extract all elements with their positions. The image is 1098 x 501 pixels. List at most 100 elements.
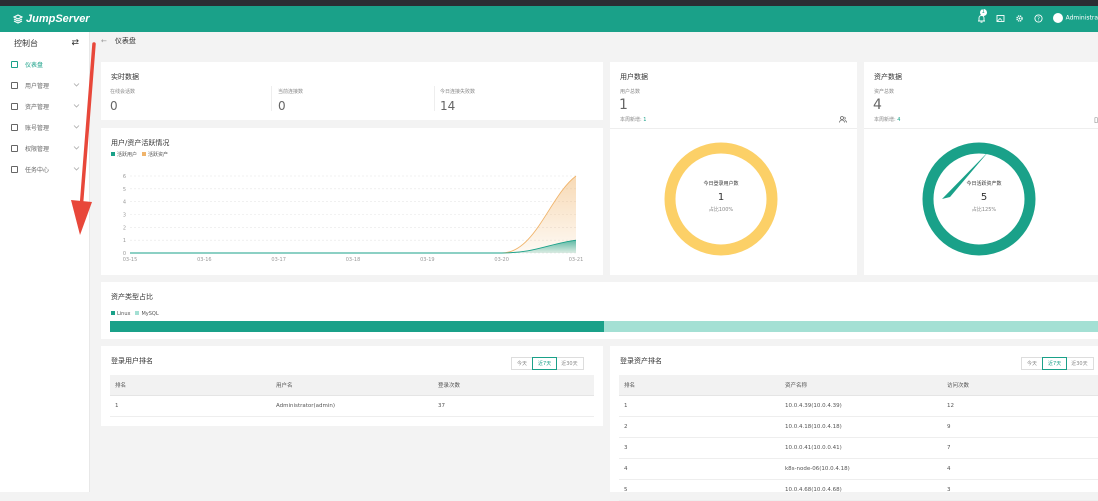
- table-row[interactable]: 3 10.0.0.41(10.0.0.41) 7: [619, 437, 1098, 459]
- tab-30days[interactable]: 近30天: [556, 358, 582, 369]
- tab-today[interactable]: 今天: [512, 358, 534, 369]
- sidebar-item-label: 账号管理: [25, 125, 50, 132]
- realtime-card: 实时数据 在线会话数 0 当前连接数 0 今日连接失败数 14: [101, 62, 603, 120]
- col-header: 用户名: [271, 375, 433, 396]
- notification-badge: 1: [979, 8, 987, 16]
- col-header: 排名: [619, 375, 780, 396]
- asset-rank-range-tabs: 今天 近7天 近30天: [1021, 357, 1094, 370]
- y-tick-label: 1: [123, 238, 126, 244]
- sidebar-item-label: 任务中心: [25, 167, 50, 174]
- table-cell: 37: [433, 395, 594, 417]
- sidebar-item-label: 用户管理: [25, 83, 50, 90]
- ratio-segment-mysql: [604, 321, 1098, 332]
- gear-icon[interactable]: [1015, 14, 1024, 23]
- table-row[interactable]: 4 k8s-node-06(10.0.4.18) 4: [619, 458, 1098, 480]
- user-total-value: 1: [619, 97, 628, 113]
- user-rank-title: 登录用户排名: [111, 357, 153, 365]
- table-cell: 10.0.4.68(10.0.4.68): [780, 479, 942, 501]
- stat-label: 今日连接失败数: [440, 89, 476, 95]
- user-rank-range-tabs: 今天 近7天 近30天: [511, 357, 584, 370]
- table-cell: 3: [619, 437, 780, 459]
- dashboard-icon: [11, 61, 18, 68]
- asset-type-card: 资产类型占比 Linux MySQL: [101, 282, 1098, 339]
- user-data-title: 用户数据: [620, 73, 648, 81]
- x-tick-label: 03-19: [420, 257, 435, 263]
- stat-failed-connections: 今日连接失败数 14: [440, 88, 475, 113]
- asset-icon[interactable]: ▯: [1094, 116, 1098, 124]
- ring-percent: 占比100%: [708, 207, 734, 213]
- y-tick-label: 2: [123, 225, 126, 231]
- ring-label: 今日活跃资产数: [966, 181, 1002, 187]
- realtime-title: 实时数据: [111, 73, 139, 81]
- stat-online-sessions: 在线会话数 0: [110, 88, 135, 113]
- ring-center-label: 今日活跃资产数 5 占比125%: [934, 180, 1034, 213]
- activity-card: 用户/资产活跃情况 活跃用户 活跃资产 0 1 2 3 4 5 6 03-15 03-16 03-…: [101, 128, 603, 275]
- ring-label: 今日登录用户数: [703, 181, 739, 187]
- help-icon[interactable]: ?: [1034, 13, 1043, 23]
- stat-value: 14: [440, 99, 456, 113]
- ring-center-label: 今日登录用户数 1 占比100%: [671, 180, 771, 213]
- stat-value: 0: [110, 99, 118, 113]
- stat-label: 当前连接数: [278, 89, 304, 95]
- assets-area: [130, 176, 576, 253]
- table-cell: 1: [110, 395, 271, 417]
- tab-today[interactable]: 今天: [1022, 358, 1044, 369]
- table-cell: 1: [619, 395, 780, 417]
- red-annotation-arrow: [71, 42, 96, 235]
- y-tick-label: 5: [123, 187, 126, 193]
- tab-7days[interactable]: 近7天: [1042, 357, 1068, 370]
- y-tick-label: 6: [123, 174, 126, 180]
- svg-text:?: ?: [1037, 16, 1040, 22]
- sidebar-item-label: 仪表盘: [25, 62, 44, 69]
- table-cell: 4: [942, 458, 1098, 480]
- stat-value: 0: [278, 99, 286, 113]
- col-header: 资产名称: [780, 375, 942, 396]
- x-tick-label: 03-21: [569, 257, 584, 263]
- table-cell: 3: [942, 479, 1098, 501]
- permissions-icon: [11, 145, 18, 152]
- users-icon[interactable]: [839, 116, 847, 125]
- table-cell: 4: [619, 458, 780, 480]
- image-icon[interactable]: [996, 14, 1005, 23]
- activity-area-chart: 012345603-15 03-16 03-17 03-18 03-19 03-20 03-…: [123, 174, 584, 263]
- brand-logo[interactable]: JumpServer: [13, 13, 90, 25]
- tab-30days[interactable]: 近30天: [1066, 358, 1092, 369]
- legend-item[interactable]: MySQL: [135, 311, 159, 317]
- x-tick-label: 03-20: [494, 257, 509, 263]
- table-cell: k8s-node-06(10.0.4.18): [780, 458, 942, 480]
- week-new-label: 本周新增:: [620, 117, 642, 123]
- user-menu[interactable]: Administra: [1052, 13, 1098, 23]
- sidebar-item-label: 资产管理: [25, 104, 50, 111]
- user-name: Administra: [1065, 14, 1098, 22]
- sidebar-item-label: 权限管理: [25, 146, 50, 153]
- table-row[interactable]: 2 10.0.4.18(10.0.4.18) 9: [619, 416, 1098, 438]
- table-row[interactable]: 1 Administrator(admin) 37: [110, 395, 594, 417]
- top-navbar: JumpServer 1 ? Administra: [0, 6, 1098, 32]
- asset-type-title: 资产类型占比: [111, 293, 153, 301]
- users-area: [130, 240, 576, 253]
- table-cell: 10.0.4.18(10.0.4.18): [780, 416, 942, 438]
- bell-icon[interactable]: 1: [977, 8, 987, 23]
- accounts-icon: [11, 124, 18, 131]
- stat-label: 在线会话数: [110, 89, 136, 95]
- table-row[interactable]: 1 10.0.4.39(10.0.4.39) 12: [619, 395, 1098, 417]
- legend-label: Linux: [117, 311, 131, 317]
- ring-value: 1: [717, 192, 725, 203]
- brand-name: JumpServer: [26, 13, 90, 25]
- users-line: [129, 239, 577, 254]
- y-tick-label: 4: [123, 200, 126, 206]
- asset-type-ratio-bar: [110, 321, 1098, 332]
- avatar: [1052, 13, 1063, 23]
- legend-item[interactable]: Linux: [111, 311, 130, 317]
- ring-percent: 占比125%: [971, 207, 997, 213]
- page-title: 仪表盘: [114, 37, 136, 45]
- table-cell: 10.0.0.41(10.0.0.41): [780, 437, 942, 459]
- jumpserver-logo-icon: [13, 14, 23, 24]
- table-cell: 10.0.4.39(10.0.4.39): [780, 395, 942, 417]
- week-new-value: 4: [897, 117, 901, 123]
- tab-7days[interactable]: 近7天: [532, 357, 558, 370]
- asset-rank-title: 登录资产排名: [620, 357, 662, 365]
- asset-rank-card: 登录资产排名 今天 近7天 近30天 排名 资产名称 访问次数 1 10.0.4.…: [610, 346, 1098, 501]
- table-row[interactable]: 5 10.0.4.68(10.0.4.68) 3: [619, 479, 1098, 501]
- tasks-icon: [11, 166, 18, 173]
